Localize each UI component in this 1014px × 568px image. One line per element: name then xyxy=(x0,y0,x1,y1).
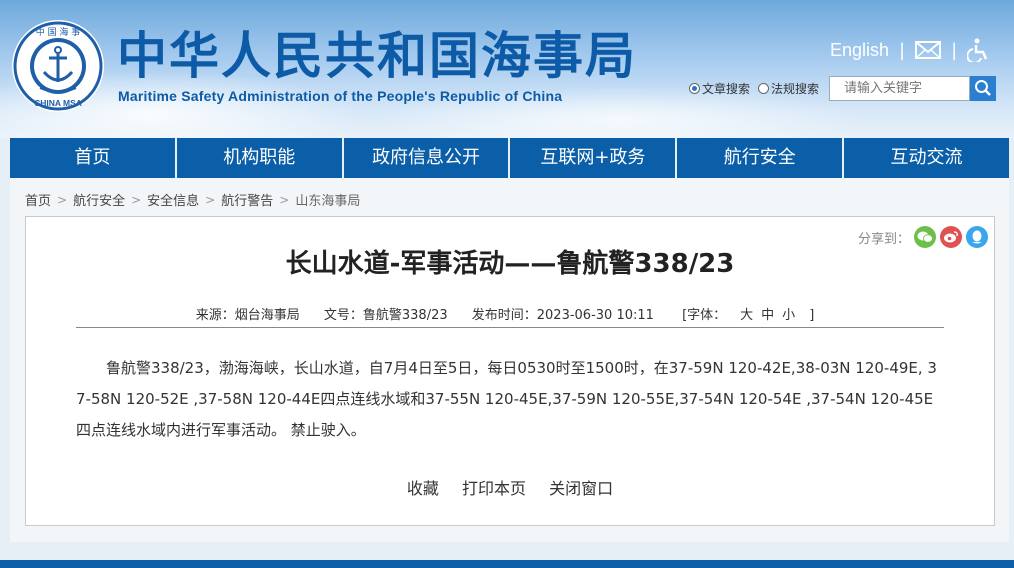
site-title-cn: 中华人民共和国海事局 xyxy=(117,27,637,85)
radio-dot-selected xyxy=(689,82,700,94)
radio-article-search[interactable]: 文章搜索 xyxy=(689,80,750,97)
search-button[interactable] xyxy=(970,75,997,101)
breadcrumb: 首页 > 航行安全 > 安全信息 > 航行警告 > 山东海事局 xyxy=(25,190,360,210)
close-window-button[interactable]: 关闭窗口 xyxy=(549,479,613,498)
article-source: 来源：烟台海事局 xyxy=(195,308,300,323)
accessibility-icon[interactable] xyxy=(967,38,989,62)
search-area: 文章搜索 法规搜索 xyxy=(689,75,997,101)
nav-item-functions[interactable]: 机构职能 xyxy=(177,138,344,178)
msa-logo[interactable]: 中 国 海 事 CHINA MSA xyxy=(10,18,106,114)
nav-item-navigation-safety[interactable]: 航行安全 xyxy=(677,138,845,178)
footer-bar xyxy=(0,560,1014,568)
font-size-switcher: [字体： 大中小] xyxy=(672,308,824,323)
nav-item-internet-gov[interactable]: 互联网+政务 xyxy=(510,138,678,178)
site-header: 中 国 海 事 CHINA MSA 中华人民共和国海事局 Maritime Sa… xyxy=(0,0,1014,138)
logo-top-text: 中 国 海 事 xyxy=(36,26,81,38)
article-actions: 收藏 打印本页 关闭窗口 xyxy=(26,475,994,499)
favorite-button[interactable]: 收藏 xyxy=(407,479,439,498)
breadcrumb-separator: > xyxy=(131,192,142,207)
font-size-label: [字体： xyxy=(682,308,727,323)
font-size-medium[interactable]: 中 xyxy=(761,308,774,323)
content-wrap: 分享到： 长山水道-军事活动——鲁航警338/23 来源：烟台海事局 文号：鲁航… xyxy=(10,216,1009,542)
top-links: English | | xyxy=(830,36,989,64)
nav-item-interaction[interactable]: 互动交流 xyxy=(844,138,1009,178)
radio-law-search[interactable]: 法规搜索 xyxy=(758,80,819,97)
breadcrumb-separator: > xyxy=(57,192,68,207)
article-meta: 来源：烟台海事局 文号：鲁航警338/23 发布时间：2023-06-30 10… xyxy=(26,304,994,323)
breadcrumb-item[interactable]: 安全信息 xyxy=(147,190,199,209)
radio-label: 文章搜索 xyxy=(702,81,751,96)
nav-item-gov-info[interactable]: 政府信息公开 xyxy=(344,138,511,178)
divider: | xyxy=(899,39,906,61)
radio-label: 法规搜索 xyxy=(771,81,820,96)
title-divider xyxy=(76,327,944,328)
search-input[interactable] xyxy=(829,75,971,101)
font-size-close: ] xyxy=(809,308,815,323)
site-title-en: Maritime Safety Administration of the Pe… xyxy=(118,88,563,104)
mail-icon[interactable] xyxy=(915,40,942,60)
article-title: 长山水道-军事活动——鲁航警338/23 xyxy=(285,249,735,279)
breadcrumb-separator: > xyxy=(279,192,290,207)
breadcrumb-item[interactable]: 航行安全 xyxy=(73,190,125,209)
logo-bottom-text: CHINA MSA xyxy=(34,98,82,108)
divider: | xyxy=(951,39,958,61)
article-body: 鲁航警338/23，渤海海峡，长山水道，自7月4日至5日，每日0530时至150… xyxy=(76,359,937,439)
english-link[interactable]: English xyxy=(830,40,889,61)
article-publish-time: 发布时间：2023-06-30 10:11 xyxy=(471,308,654,323)
breadcrumb-current[interactable]: 山东海事局 xyxy=(295,190,360,209)
article-box: 分享到： 长山水道-军事活动——鲁航警338/23 来源：烟台海事局 文号：鲁航… xyxy=(25,216,995,526)
breadcrumb-item[interactable]: 首页 xyxy=(25,190,51,209)
font-size-large[interactable]: 大 xyxy=(740,308,753,323)
article-doc-number: 文号：鲁航警338/23 xyxy=(323,308,448,323)
breadcrumb-bar: 首页 > 航行安全 > 安全信息 > 航行警告 > 山东海事局 xyxy=(10,178,1009,216)
breadcrumb-item[interactable]: 航行警告 xyxy=(221,190,273,209)
main-nav: 首页 机构职能 政府信息公开 互联网+政务 航行安全 互动交流 xyxy=(10,138,1009,178)
font-size-small[interactable]: 小 xyxy=(782,308,795,323)
nav-item-home[interactable]: 首页 xyxy=(10,138,177,178)
search-icon xyxy=(975,80,991,96)
radio-dot xyxy=(758,82,770,94)
breadcrumb-separator: > xyxy=(205,192,216,207)
print-button[interactable]: 打印本页 xyxy=(462,479,526,498)
